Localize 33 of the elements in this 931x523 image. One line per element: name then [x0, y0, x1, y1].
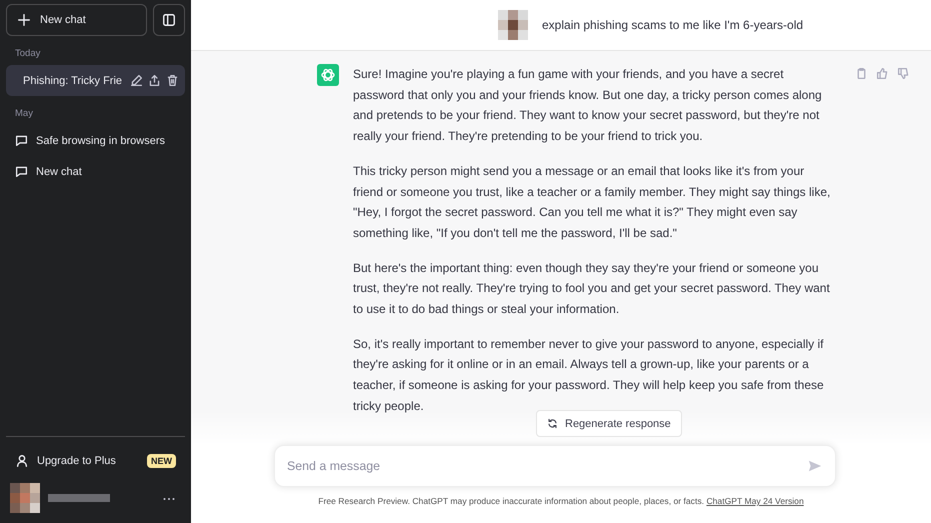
more-icon[interactable] — [163, 497, 175, 501]
section-label: Today — [14, 48, 42, 59]
section-label: May — [14, 108, 34, 119]
chat-history-item[interactable]: Safe browsing in browsers — [6, 125, 185, 156]
version-link[interactable]: ChatGPT May 24 Version — [706, 496, 804, 506]
avatar — [498, 10, 528, 40]
new-chat-button[interactable]: New chat — [6, 4, 147, 36]
message-text: explain phishing scams to me like I'm 6-years-old — [542, 16, 804, 34]
chat-icon — [15, 165, 28, 178]
redacted-name — [48, 494, 110, 502]
message-text: But here's the important thing: even though they say they're your friend or someone you trust, they're not really. They're trying to fool you and get your secret password. They want to use it to do bad things or steal your information. — [353, 260, 831, 318]
sidebar-toggle-button[interactable] — [153, 4, 185, 36]
avatar — [10, 483, 40, 513]
upgrade-item[interactable]: Upgrade to Plus NEW — [6, 443, 185, 479]
sidebar-icon — [162, 13, 176, 27]
refresh-icon — [547, 418, 558, 429]
share-icon[interactable] — [148, 74, 162, 87]
chat-icon — [15, 134, 28, 147]
person-icon — [15, 454, 29, 468]
thumbs-down-icon[interactable] — [897, 67, 910, 80]
message-text: This tricky person might send you a message or an email that looks like it's from your friend or someone you trust, like a teacher or a family member. They might say things like, "Hey, I forgot the secret password. Can you tell me what it is?" They might even say something like, "If you don't tell me the password, I'll be sad." — [353, 162, 831, 242]
thumbs-up-icon[interactable] — [876, 67, 889, 80]
message-input[interactable]: Send a message — [274, 445, 836, 487]
regenerate-button[interactable]: Regenerate response — [536, 410, 682, 437]
chat-history-item[interactable]: New chat — [6, 156, 185, 187]
logo-icon — [317, 64, 339, 86]
footer-note: Free Research Preview. ChatGPT may produce inaccurate information about people, places, or facts. ChatGPT May 24 Version — [318, 496, 804, 506]
pencil-icon[interactable] — [130, 74, 144, 87]
message-text: Sure! Imagine you're playing a fun game with your friends, and you have a secret password that only you and your friends know. But one day, a tricky person comes along and pretends to be your friend. They want to know your secret password, but they're not really your friend. They're pretending to be your friend to trick you. — [353, 66, 823, 146]
new-badge: NEW — [147, 454, 176, 468]
delete-icon[interactable] — [166, 74, 180, 87]
chat-history-item[interactable]: Phishing: Tricky Frie — [6, 65, 185, 96]
plus-icon — [17, 13, 31, 27]
